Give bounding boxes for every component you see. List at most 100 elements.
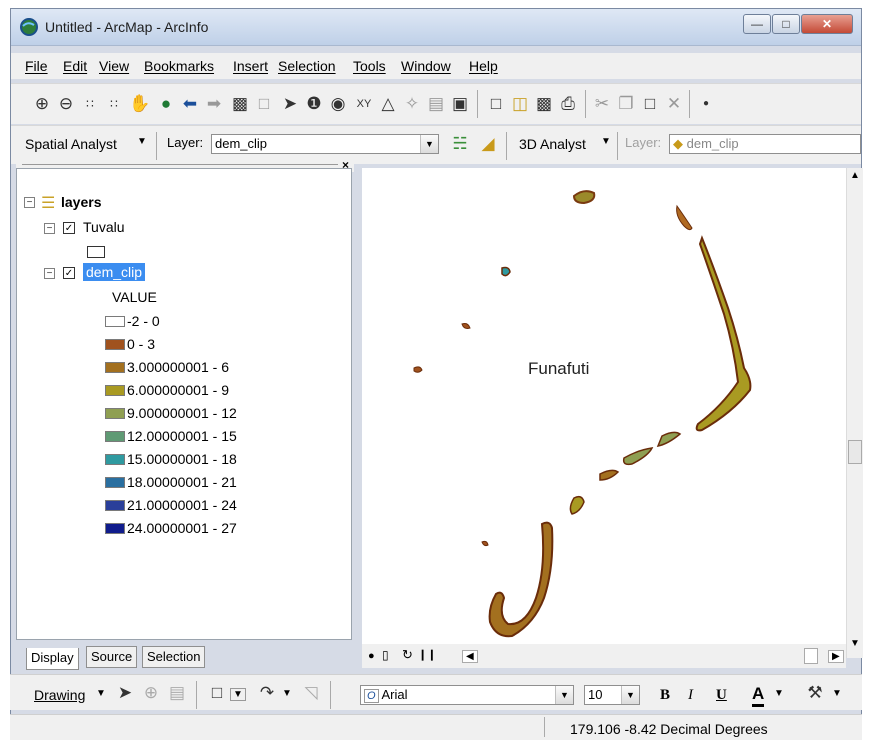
legend-swatch[interactable] — [105, 431, 125, 442]
font-color-button[interactable]: A — [752, 684, 765, 707]
histogram-icon[interactable]: ◢ — [477, 134, 499, 154]
contour-icon[interactable]: ☵ — [449, 134, 471, 154]
italic-button[interactable]: I — [688, 687, 693, 704]
legend-swatch[interactable] — [105, 339, 125, 350]
scroll-down-icon[interactable]: ▼ — [850, 638, 860, 649]
html-popup-icon[interactable]: ▤ — [425, 94, 447, 114]
refresh-icon[interactable]: ↻ — [402, 647, 413, 663]
map-view[interactable]: Funafuti — [362, 168, 846, 644]
clear-selection-icon[interactable]: □ — [253, 94, 275, 114]
legend-swatch[interactable] — [105, 523, 125, 534]
legend-label[interactable]: 9.000000001 - 12 — [127, 405, 237, 421]
scroll-up-icon[interactable]: ▲ — [850, 170, 860, 181]
legend-label[interactable]: 24.00000001 - 27 — [127, 520, 237, 536]
menu-insert[interactable]: Insert — [233, 58, 268, 74]
fill-color-icon[interactable]: ⚒ — [804, 683, 826, 703]
bold-button[interactable]: B — [660, 687, 670, 704]
layer-select[interactable]: dem_clip ▼ — [211, 134, 439, 154]
close-button[interactable]: ✕ — [801, 14, 853, 34]
print-icon[interactable]: ⎙ — [557, 94, 579, 114]
legend-swatch[interactable] — [105, 454, 125, 465]
layer2-select[interactable]: ◆ dem_clip — [669, 134, 861, 154]
back-arrow-icon[interactable]: ⬅ — [179, 94, 201, 114]
menu-window[interactable]: Window — [401, 58, 451, 74]
fill-color-chevron-down-icon[interactable]: ▼ — [832, 688, 842, 699]
full-extent-globe-icon[interactable]: ● — [155, 94, 177, 114]
find-binoculars-icon[interactable]: ◉ — [327, 94, 349, 114]
tuvalu-collapse-icon[interactable]: − — [44, 223, 55, 234]
zoom-out-icon[interactable]: ⊖ — [55, 94, 77, 114]
tuvalu-symbol[interactable] — [87, 246, 105, 258]
legend-label[interactable]: 6.000000001 - 9 — [127, 382, 229, 398]
map-canvas[interactable]: Funafuti — [362, 168, 846, 644]
legend-swatch[interactable] — [105, 477, 125, 488]
spatial-analyst-chevron-down-icon[interactable]: ▼ — [137, 136, 147, 147]
layout-view-icon[interactable]: ▯ — [382, 648, 389, 662]
font-color-chevron-down-icon[interactable]: ▼ — [774, 688, 784, 699]
fixed-zoom-out-icon[interactable]: ∷ — [103, 94, 125, 114]
3d-analyst-chevron-down-icon[interactable]: ▼ — [601, 136, 611, 147]
time-slider-icon[interactable]: ▣ — [449, 94, 471, 114]
new-text-icon[interactable]: ↷ — [256, 683, 278, 703]
tuvalu-checkbox[interactable]: ✓ — [63, 222, 75, 234]
dem-clip-checkbox[interactable]: ✓ — [63, 267, 75, 279]
tab-display[interactable]: Display — [26, 648, 79, 670]
legend-swatch[interactable] — [105, 316, 125, 327]
map-vertical-scrollbar[interactable]: ▲ ▼ — [846, 168, 863, 658]
rectangle-chevron-down-icon[interactable]: ▼ — [230, 688, 246, 701]
tab-selection[interactable]: Selection — [142, 646, 206, 668]
zoom-whole-page-icon[interactable]: ▤ — [166, 683, 188, 703]
menu-help[interactable]: Help — [469, 58, 498, 74]
select-elements-icon[interactable]: ➤ — [114, 683, 136, 703]
layer-select-chevron-down-icon[interactable]: ▼ — [420, 135, 438, 153]
edit-vertices-icon[interactable]: ◹ — [300, 683, 322, 703]
menu-bookmarks[interactable]: Bookmarks — [144, 58, 214, 74]
forward-arrow-icon[interactable]: ➡ — [203, 94, 225, 114]
dem-clip-layer-label[interactable]: dem_clip — [83, 263, 146, 281]
paste-icon[interactable]: □ — [639, 94, 661, 114]
go-to-xy-icon[interactable]: XY — [353, 94, 375, 114]
font-select[interactable]: O Arial ▼ — [360, 685, 574, 705]
menu-file[interactable]: File — [25, 58, 48, 74]
legend-label[interactable]: 18.00000001 - 21 — [127, 474, 237, 490]
layers-collapse-icon[interactable]: − — [24, 197, 35, 208]
menu-selection[interactable]: Selection — [278, 58, 336, 74]
drawing-menu[interactable]: Drawing — [34, 687, 85, 703]
legend-swatch[interactable] — [105, 385, 125, 396]
menu-edit[interactable]: Edit — [63, 58, 87, 74]
cut-icon[interactable]: ✂ — [591, 94, 613, 114]
select-features-icon[interactable]: ▩ — [229, 94, 251, 114]
copy-icon[interactable]: ❐ — [615, 94, 637, 114]
legend-label[interactable]: 3.000000001 - 6 — [127, 359, 229, 375]
spatial-analyst-dropdown[interactable]: Spatial Analyst — [25, 136, 117, 152]
font-size-chevron-down-icon[interactable]: ▼ — [621, 686, 639, 704]
tab-source[interactable]: Source — [86, 646, 138, 668]
pan-hand-icon[interactable]: ✋ — [129, 94, 151, 114]
menu-view[interactable]: View — [99, 58, 129, 74]
minimize-button[interactable]: — — [743, 14, 771, 34]
legend-label[interactable]: 0 - 3 — [127, 336, 155, 352]
more-tools-icon[interactable]: ● — [695, 94, 717, 114]
rotate-icon[interactable]: ⊕ — [140, 683, 162, 703]
rectangle-icon[interactable]: □ — [206, 683, 228, 703]
open-folder-icon[interactable]: ◫ — [509, 94, 531, 114]
font-size-select[interactable]: 10 ▼ — [584, 685, 640, 705]
scroll-right-icon[interactable]: ▶ — [828, 650, 844, 663]
legend-label[interactable]: 12.00000001 - 15 — [127, 428, 237, 444]
fixed-zoom-in-icon[interactable]: ∷ — [79, 94, 101, 114]
hyperlink-icon[interactable]: ✧ — [401, 94, 423, 114]
legend-swatch[interactable] — [105, 362, 125, 373]
new-document-icon[interactable]: □ — [485, 94, 507, 114]
legend-swatch[interactable] — [105, 408, 125, 419]
horizontal-scroll-thumb[interactable] — [804, 648, 818, 664]
menu-tools[interactable]: Tools — [353, 58, 386, 74]
delete-icon[interactable]: ✕ — [663, 94, 685, 114]
identify-icon[interactable]: ❶ — [303, 94, 325, 114]
legend-label[interactable]: 15.00000001 - 18 — [127, 451, 237, 467]
font-select-chevron-down-icon[interactable]: ▼ — [555, 686, 573, 704]
legend-label[interactable]: -2 - 0 — [127, 313, 160, 329]
dem-clip-collapse-icon[interactable]: − — [44, 268, 55, 279]
vertical-scroll-thumb[interactable] — [848, 440, 862, 464]
legend-swatch[interactable] — [105, 500, 125, 511]
legend-label[interactable]: 21.00000001 - 24 — [127, 497, 237, 513]
